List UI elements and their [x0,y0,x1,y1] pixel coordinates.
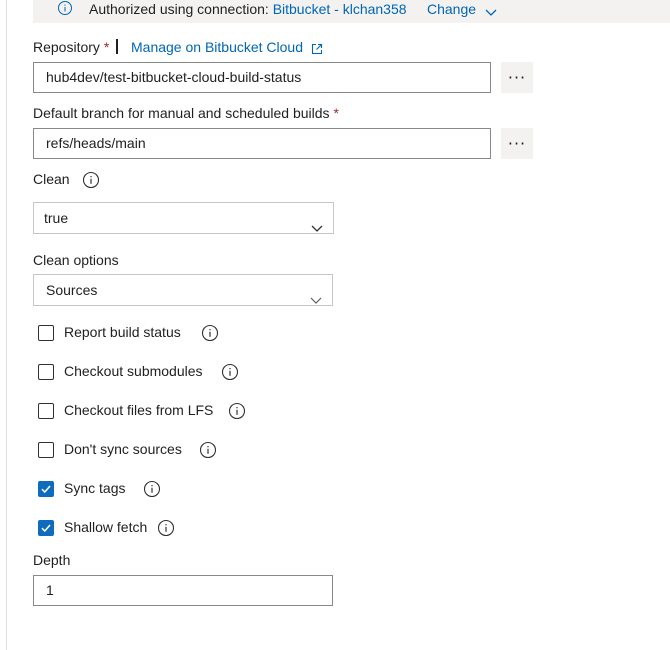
checkbox-label: Checkout files from LFS [64,402,214,418]
required-mark: * [333,105,339,121]
manage-on-bitbucket-link[interactable]: Manage on Bitbucket Cloud [131,39,303,55]
change-connection-button[interactable]: Change [427,1,476,17]
info-icon [57,0,73,19]
checkbox-box[interactable] [38,442,54,458]
checkbox-box[interactable] [38,364,54,380]
connection-banner: Authorized using connection: Bitbucket -… [33,0,670,23]
required-mark: * [103,39,110,55]
clean-dropdown[interactable]: true [33,202,334,234]
checkbox-label: Shallow fetch [64,519,148,535]
clean-options-selected-value: Sources [46,282,98,298]
info-icon[interactable] [82,171,100,192]
info-icon[interactable] [157,519,175,540]
default-branch-label-text: Default branch for manual and scheduled … [33,105,330,121]
depth-label: Depth [33,552,71,568]
checkmark-icon [41,524,51,533]
connection-link[interactable]: Bitbucket - klchan358 [273,1,407,17]
checkmark-icon [41,485,51,494]
chevron-down-icon [310,285,322,315]
checkbox-box[interactable] [38,403,54,419]
info-icon[interactable] [201,324,219,345]
checkbox-box-checked[interactable] [38,481,54,497]
clean-options-label: Clean options [33,252,119,268]
default-branch-label: Default branch for manual and scheduled … [33,105,339,121]
repository-label: Repository * [33,39,109,55]
checkbox-label: Report build status [64,324,181,340]
info-icon[interactable] [143,480,161,501]
default-branch-more-button[interactable]: ··· [501,128,533,159]
checkbox-label: Sync tags [64,480,126,496]
chevron-down-icon [311,213,323,243]
checkbox-box-checked[interactable] [38,520,54,536]
default-branch-input[interactable]: refs/heads/main [33,128,491,159]
external-link-icon[interactable] [311,42,323,58]
repository-input[interactable]: hub4dev/test-bitbucket-cloud-build-statu… [33,62,491,93]
more-icon: ··· [507,134,527,153]
chevron-down-icon[interactable] [485,4,497,20]
left-divider [6,0,7,650]
banner-text: Authorized using connection: Bitbucket -… [89,1,407,17]
clean-options-dropdown[interactable]: Sources [33,274,333,306]
info-icon[interactable] [228,402,246,423]
more-icon: ··· [507,68,527,87]
checkbox-label: Checkout submodules [64,363,203,379]
depth-input[interactable]: 1 [33,575,333,606]
repository-more-button[interactable]: ··· [501,62,533,93]
repository-label-text: Repository [33,39,100,55]
info-icon[interactable] [221,363,239,384]
clean-label: Clean [33,171,70,187]
banner-label: Authorized using connection: [89,1,269,17]
separator [116,39,118,54]
checkbox-label: Don't sync sources [64,441,182,457]
checkbox-box[interactable] [38,325,54,341]
clean-selected-value: true [44,210,69,226]
info-icon[interactable] [199,441,217,462]
